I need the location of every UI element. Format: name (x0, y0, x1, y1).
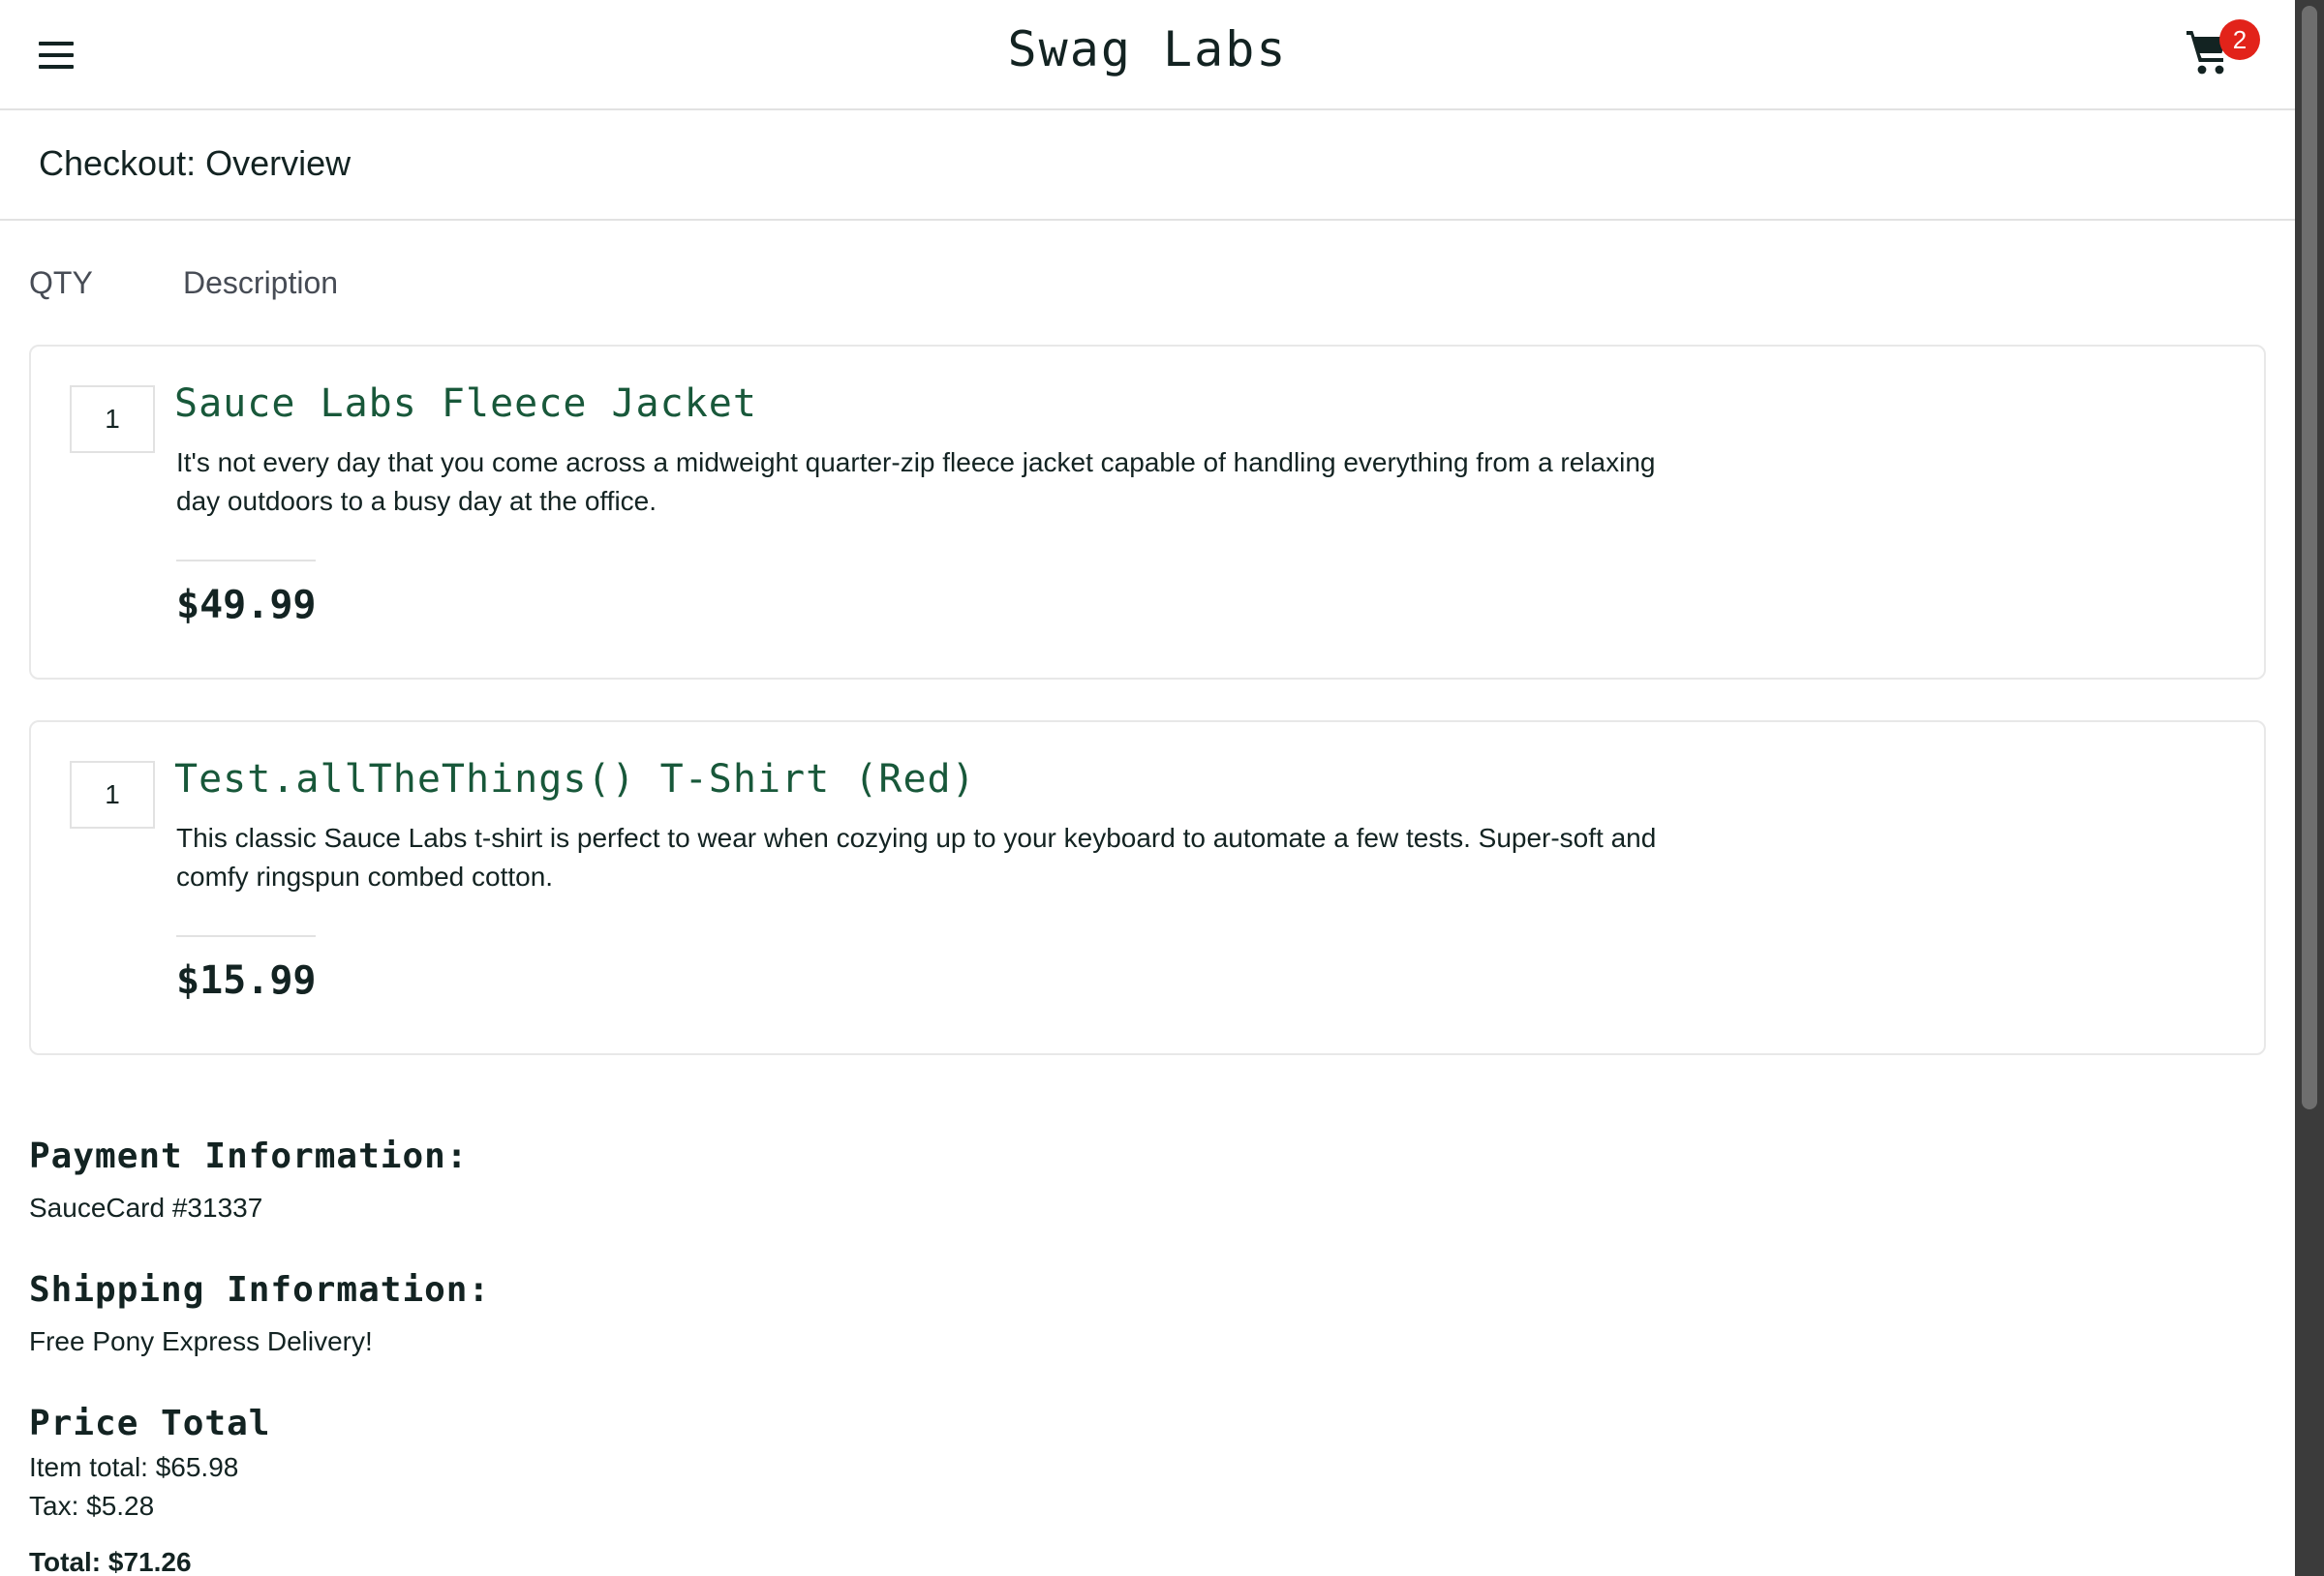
app-title: Swag Labs (1007, 21, 1288, 77)
item-price: $49.99 (176, 583, 317, 627)
tax-label: Tax: $5.28 (29, 1491, 155, 1521)
cart-item: 1 Sauce Labs Fleece Jacket It's not ever… (29, 345, 2266, 680)
cart-badge: 2 (2219, 19, 2260, 60)
item-name-link[interactable]: Sauce Labs Fleece Jacket (174, 381, 757, 426)
checkout-overview-page: Swag Labs 2 Checkout: Overview QTY Descr… (0, 0, 2324, 1576)
item-description: This classic Sauce Labs t-shirt is perfe… (176, 823, 1657, 892)
price-total-heading: Price Total (29, 1404, 271, 1443)
item-name-link[interactable]: Test.allTheThings() T-Shirt (Red) (174, 757, 976, 802)
price-divider (176, 935, 316, 937)
item-description: It's not every day that you come across … (176, 447, 1656, 516)
item-total-label: Item total: $65.98 (29, 1452, 239, 1482)
item-quantity: 1 (70, 385, 155, 453)
shopping-cart-link[interactable]: 2 (2185, 19, 2262, 81)
description-column-label: Description (183, 265, 339, 300)
payment-info-value: SauceCard #31337 (29, 1193, 263, 1223)
price-divider (176, 560, 316, 561)
scrollbar-thumb[interactable] (2302, 6, 2317, 1109)
qty-column-label: QTY (29, 265, 93, 300)
page-title: Checkout: Overview (39, 143, 352, 183)
secondary-header: Checkout: Overview (0, 112, 2295, 221)
total-label: Total: $71.26 (29, 1547, 192, 1576)
cart-item: 1 Test.allTheThings() T-Shirt (Red) This… (29, 720, 2266, 1055)
shipping-info-value: Free Pony Express Delivery! (29, 1326, 373, 1356)
app-header: Swag Labs 2 (0, 0, 2295, 110)
scrollbar[interactable] (2295, 0, 2324, 1576)
payment-info-heading: Payment Information: (29, 1137, 469, 1176)
item-quantity: 1 (70, 761, 155, 829)
item-price: $15.99 (176, 958, 317, 1003)
shipping-info-heading: Shipping Information: (29, 1270, 491, 1310)
